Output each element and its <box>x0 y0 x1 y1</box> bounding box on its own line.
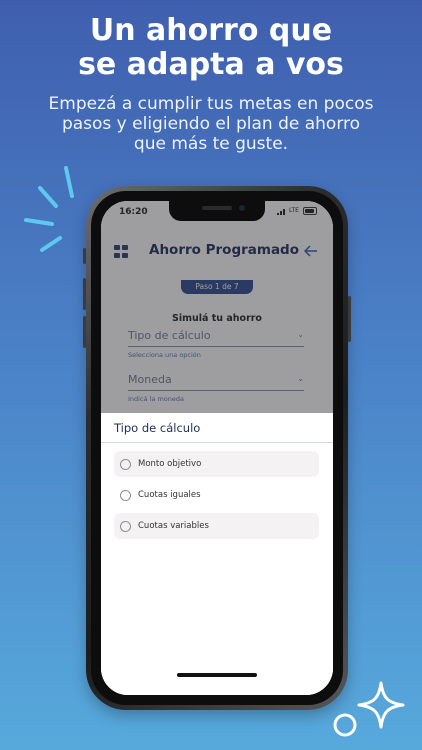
star-outline-icon <box>357 681 405 729</box>
bottom-sheet: Tipo de cálculo Monto objetivo Cuotas ig… <box>101 413 333 695</box>
headline-line-2: se adapta a vos <box>78 47 344 82</box>
modal-backdrop[interactable] <box>101 201 333 413</box>
phone-volume-up <box>83 278 86 310</box>
option-monto-objetivo[interactable]: Monto objetivo <box>114 451 319 477</box>
option-label: Cuotas variables <box>138 521 209 531</box>
sheet-title: Tipo de cálculo <box>114 421 201 435</box>
front-camera <box>239 205 245 211</box>
promo-headline: Un ahorro que se adapta a vos <box>0 14 422 82</box>
phone-screen: 16:20 LTE Ahorro Programado Paso 1 de 7 … <box>101 201 333 695</box>
phone-volume-down <box>83 316 86 348</box>
app-screen: 16:20 LTE Ahorro Programado Paso 1 de 7 … <box>101 201 333 695</box>
home-indicator[interactable] <box>177 673 257 677</box>
option-cuotas-variables[interactable]: Cuotas variables <box>114 513 319 539</box>
promo-subheadline: Empezá a cumplir tus metas en pocos paso… <box>20 94 402 154</box>
headline-line-1: Un ahorro que <box>89 13 333 48</box>
option-label: Monto objetivo <box>138 459 202 469</box>
radio-button[interactable] <box>120 489 131 501</box>
sparkle-lines-icon <box>24 166 74 252</box>
circle-outline-icon <box>333 713 357 737</box>
radio-button[interactable] <box>120 458 131 470</box>
option-cuotas-iguales[interactable]: Cuotas iguales <box>114 482 319 508</box>
subheadline-line-3: que más te guste. <box>133 134 289 154</box>
subheadline-line-2: pasos y eligiendo el plan de ahorro <box>61 114 361 134</box>
speaker-grille <box>202 206 232 210</box>
sheet-divider <box>101 442 333 443</box>
option-label: Cuotas iguales <box>138 490 201 500</box>
phone-mute-switch <box>83 248 86 264</box>
subheadline-line-1: Empezá a cumplir tus metas en pocos <box>48 94 374 114</box>
phone-notch <box>169 201 265 221</box>
phone-power-button <box>348 296 351 342</box>
phone-mockup: 16:20 LTE Ahorro Programado Paso 1 de 7 … <box>83 186 351 710</box>
radio-button[interactable] <box>120 520 131 532</box>
